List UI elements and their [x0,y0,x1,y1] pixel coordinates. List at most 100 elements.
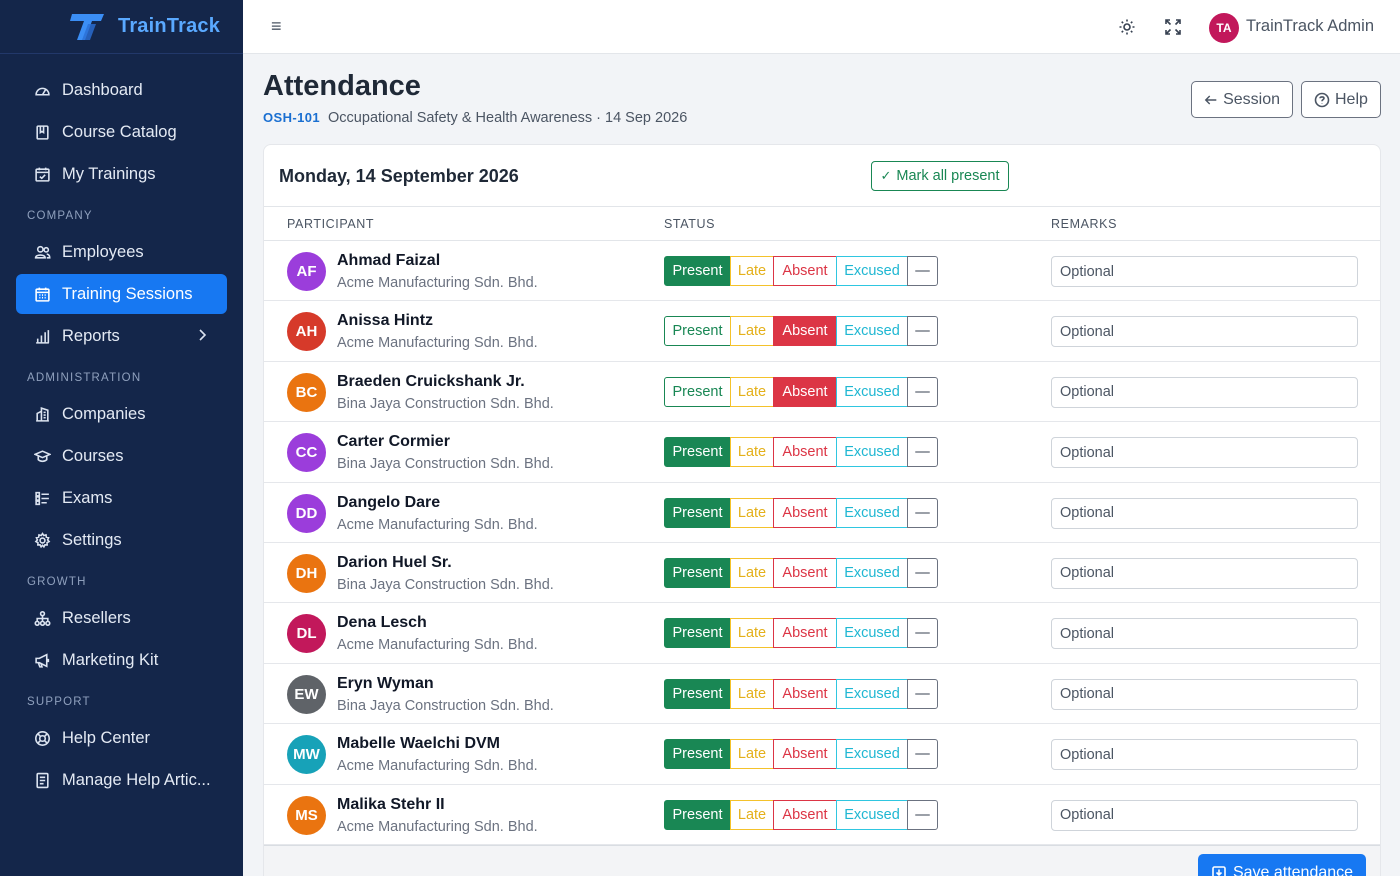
status-excused-button[interactable]: Excused [836,437,908,468]
remarks-input[interactable] [1051,497,1358,529]
status-late-button[interactable]: Late [730,316,774,347]
megaphone-icon [34,652,51,669]
status-absent-button[interactable]: Absent [773,557,837,588]
participant-name: Darion Huel Sr. [337,553,452,571]
status-late-button[interactable]: Late [730,437,774,468]
remarks-input[interactable] [1051,739,1358,771]
status-clear-button[interactable]: — [907,799,938,830]
user-avatar[interactable]: TA [1208,13,1239,43]
remarks-input[interactable] [1051,618,1358,650]
status-late-button[interactable]: Late [730,799,774,830]
back-to-session-button[interactable]: Session [1191,81,1293,118]
status-late-button[interactable]: Late [730,618,774,649]
remarks-input[interactable] [1051,316,1358,348]
status-clear-button[interactable]: — [907,618,938,649]
avatar: MW [287,735,326,775]
lifebuoy-icon [34,730,51,747]
status-present-button[interactable]: Present [664,678,731,709]
status-late-button[interactable]: Late [730,497,774,528]
column-status: STATUS [664,217,716,231]
remarks-input[interactable] [1051,437,1358,469]
sidebar-item-label: My Trainings [62,164,156,183]
status-present-button[interactable]: Present [664,557,731,588]
remarks-input[interactable] [1051,557,1358,589]
status-clear-button[interactable]: — [907,557,938,588]
participant-name: Anissa Hintz [337,312,434,330]
table-row: BC Braeden Cruickshank Jr. Bina Jaya Const… [264,362,1380,423]
participant-name: Dena Lesch [337,614,427,632]
status-present-button[interactable]: Present [664,376,731,407]
course-code[interactable]: OSH-101 [263,110,320,125]
status-late-button[interactable]: Late [730,557,774,588]
status-absent-button[interactable]: Absent [773,437,837,468]
status-excused-button[interactable]: Excused [836,618,908,649]
sidebar-item-courses[interactable]: Courses [16,436,227,476]
sidebar-item-reports[interactable]: Reports [16,316,227,356]
status-clear-button[interactable]: — [907,376,938,407]
status-clear-button[interactable]: — [907,437,938,468]
status-clear-button[interactable]: — [907,497,938,528]
sidebar-item-my-trainings[interactable]: My Trainings [16,154,227,194]
brand[interactable]: TrainTrack [0,0,243,54]
status-absent-button[interactable]: Absent [773,618,837,649]
status-present-button[interactable]: Present [664,316,731,347]
mark-all-present-button[interactable]: ✓ Mark all present [871,161,1009,191]
sidebar-item-training-sessions[interactable]: Training Sessions [16,274,227,314]
sidebar-item-employees[interactable]: Employees [16,232,227,272]
status-absent-button[interactable]: Absent [773,497,837,528]
status-present-button[interactable]: Present [664,739,731,770]
status-present-button[interactable]: Present [664,618,731,649]
status-excused-button[interactable]: Excused [836,557,908,588]
status-excused-button[interactable]: Excused [836,256,908,286]
status-late-button[interactable]: Late [730,678,774,709]
participant-name: Braeden Cruickshank Jr. [337,372,525,390]
sidebar-item-manage-help-articles[interactable]: Manage Help Artic... [16,760,227,800]
status-late-button[interactable]: Late [730,256,774,286]
status-excused-button[interactable]: Excused [836,497,908,528]
sidebar-item-exams[interactable]: Exams [16,478,227,518]
sidebar-item-label: Companies [62,404,146,423]
sidebar-item-resellers[interactable]: Resellers [16,598,227,638]
card-header: Monday, 14 September 2026 ✓ Mark all pre… [264,145,1380,207]
status-excused-button[interactable]: Excused [836,739,908,770]
sidebar-item-help-center[interactable]: Help Center [16,718,227,758]
sidebar-item-dashboard[interactable]: Dashboard [16,70,227,110]
save-attendance-button[interactable]: Save attendance [1198,854,1366,876]
status-present-button[interactable]: Present [664,256,731,286]
sidebar-item-settings[interactable]: Settings [16,520,227,560]
remarks-input[interactable] [1051,256,1358,287]
status-clear-button[interactable]: — [907,739,938,770]
help-button[interactable]: Help [1301,81,1381,118]
status-excused-button[interactable]: Excused [836,376,908,407]
sidebar-item-companies[interactable]: Companies [16,394,227,434]
status-late-button[interactable]: Late [730,739,774,770]
status-absent-button[interactable]: Absent [773,256,837,286]
remarks-input[interactable] [1051,799,1358,831]
status-present-button[interactable]: Present [664,497,731,528]
status-absent-button[interactable]: Absent [773,799,837,830]
status-excused-button[interactable]: Excused [836,678,908,709]
sidebar-item-marketing-kit[interactable]: Marketing Kit [16,640,227,680]
remarks-input[interactable] [1051,678,1358,710]
status-absent-button[interactable]: Absent [773,376,837,407]
status-clear-button[interactable]: — [907,316,938,347]
status-absent-button[interactable]: Absent [773,739,837,770]
status-excused-button[interactable]: Excused [836,799,908,830]
remarks-input[interactable] [1051,376,1358,408]
back-to-session-label: Session [1223,90,1280,108]
avatar: CC [287,433,326,473]
status-present-button[interactable]: Present [664,437,731,468]
status-present-button[interactable]: Present [664,799,731,830]
status-excused-button[interactable]: Excused [836,316,908,347]
status-late-button[interactable]: Late [730,376,774,407]
fullscreen-icon[interactable] [1163,17,1183,37]
sun-icon[interactable] [1117,17,1137,37]
status-clear-button[interactable]: — [907,256,938,286]
user-name[interactable]: TrainTrack Admin [1246,17,1374,36]
status-absent-button[interactable]: Absent [773,678,837,709]
sidebar-item-course-catalog[interactable]: Course Catalog [16,112,227,152]
status-clear-button[interactable]: — [907,678,938,709]
menu-toggle-icon[interactable]: ≡ [271,16,285,37]
status-absent-button[interactable]: Absent [773,316,837,347]
topbar-actions: TA TrainTrack Admin [1117,10,1400,43]
